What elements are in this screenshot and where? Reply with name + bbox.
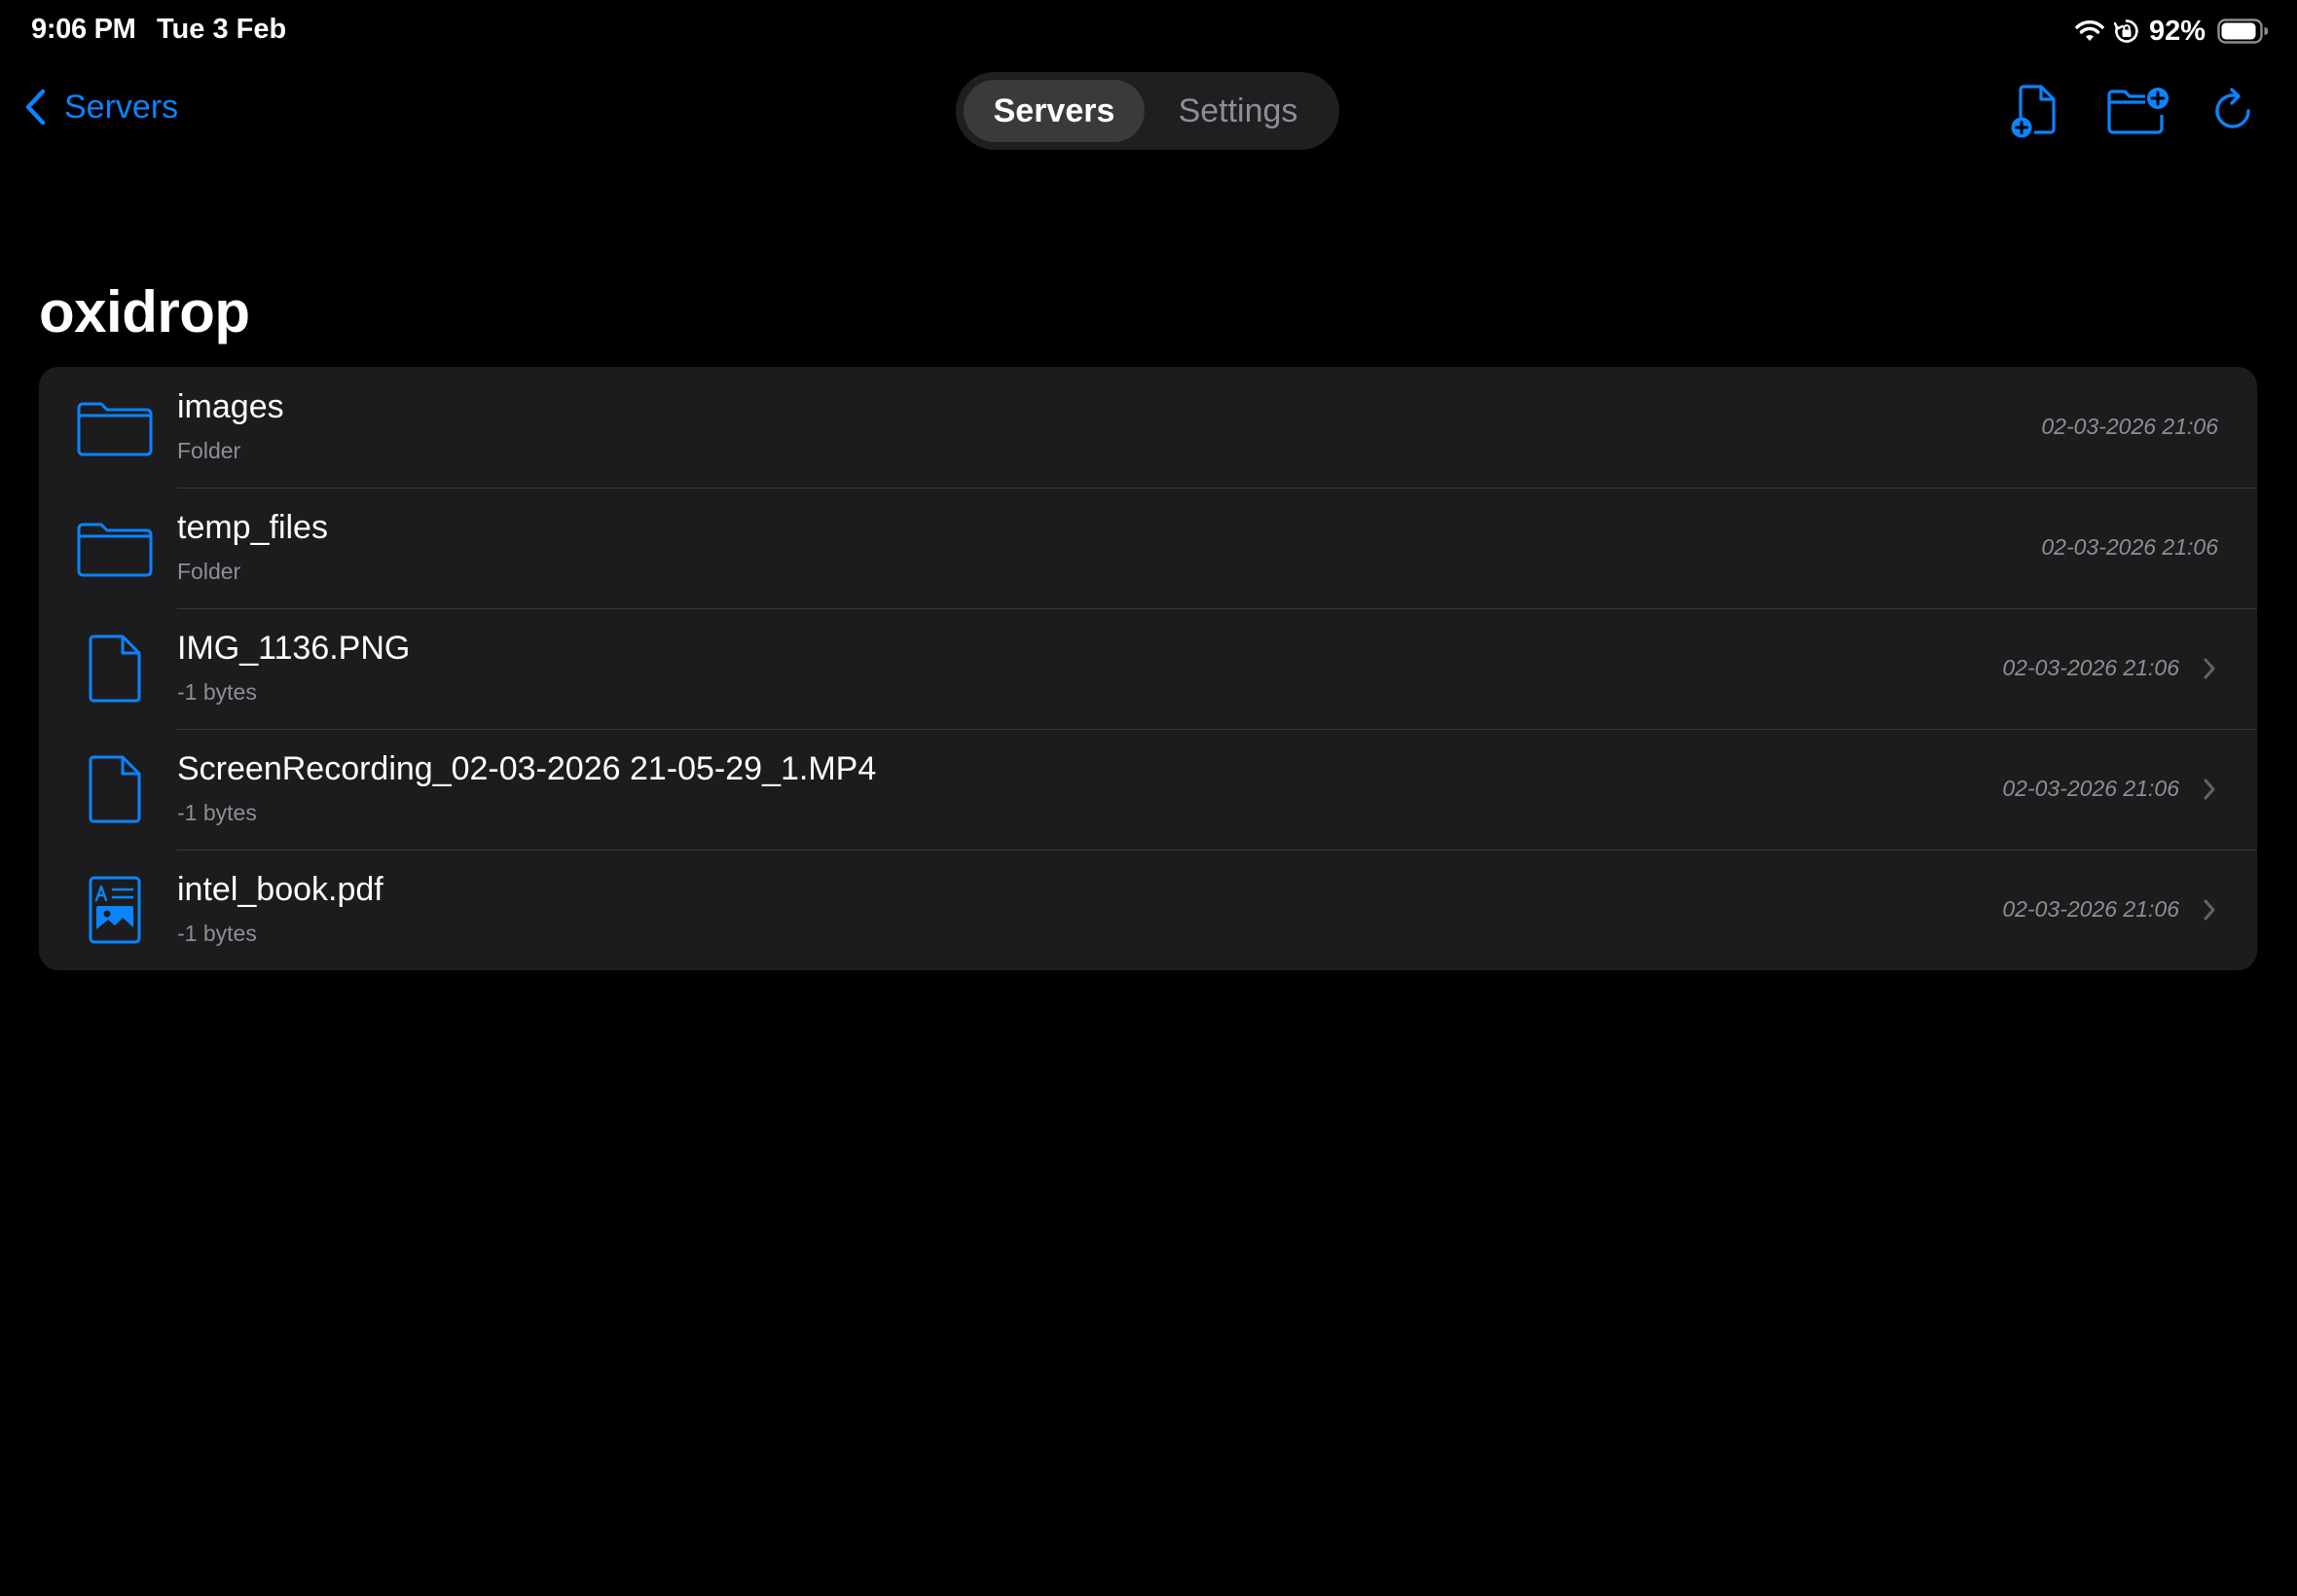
item-name: ScreenRecording_02-03-2026 21-05-29_1.MP…	[177, 750, 877, 787]
list-item-temp-files[interactable]: temp_files Folder 02-03-2026 21:06	[39, 488, 2257, 608]
item-date: 02-03-2026 21:06	[2002, 655, 2179, 680]
item-date: 02-03-2026 21:06	[2041, 534, 2218, 560]
item-subtitle: -1 bytes	[177, 921, 257, 946]
battery-percent: 92%	[2148, 15, 2206, 47]
status-date: Tue 3 Feb	[157, 14, 287, 45]
list-item-screen-recording[interactable]: ScreenRecording_02-03-2026 21-05-29_1.MP…	[39, 729, 2257, 850]
battery-fill	[2221, 22, 2256, 40]
document-icon	[76, 634, 154, 704]
chevron-right-icon	[2203, 657, 2216, 680]
item-subtitle: Folder	[177, 438, 241, 463]
battery-icon	[2217, 18, 2268, 44]
refresh-icon	[2215, 88, 2250, 128]
new-folder-button[interactable]	[2104, 80, 2172, 142]
file-list: images Folder 02-03-2026 21:06 temp_file…	[39, 367, 2257, 970]
document-icon	[76, 754, 154, 824]
orientation-lock-icon	[2113, 18, 2139, 44]
toolbar-actions	[0, 80, 2297, 142]
status-bar: 9:06 PM Tue 3 Feb 92%	[0, 0, 2297, 62]
wifi-icon	[2075, 19, 2104, 43]
item-name: temp_files	[177, 509, 328, 546]
item-name: IMG_1136.PNG	[177, 630, 411, 667]
refresh-button[interactable]	[2204, 80, 2266, 142]
folder-icon	[76, 513, 154, 583]
list-item-img-1136[interactable]: IMG_1136.PNG -1 bytes 02-03-2026 21:06	[39, 608, 2257, 729]
folder-icon	[76, 392, 154, 462]
item-subtitle: Folder	[177, 559, 241, 584]
page-title: oxidrop	[39, 279, 250, 345]
item-name: intel_book.pdf	[177, 871, 383, 908]
chevron-right-icon	[2203, 778, 2216, 801]
item-date: 02-03-2026 21:06	[2041, 414, 2218, 439]
item-name: images	[177, 388, 284, 425]
chevron-right-icon	[2203, 898, 2216, 922]
list-item-images[interactable]: images Folder 02-03-2026 21:06	[39, 367, 2257, 488]
item-date: 02-03-2026 21:06	[2002, 776, 2179, 801]
item-subtitle: -1 bytes	[177, 800, 257, 825]
item-subtitle: -1 bytes	[177, 679, 257, 705]
new-file-button[interactable]	[2003, 80, 2065, 142]
rich-document-icon	[76, 875, 154, 945]
new-file-icon	[2011, 85, 2056, 138]
item-date: 02-03-2026 21:06	[2002, 896, 2179, 922]
new-folder-icon	[2107, 88, 2169, 134]
list-item-intel-book[interactable]: intel_book.pdf -1 bytes 02-03-2026 21:06	[39, 850, 2257, 970]
status-indicators: 92%	[2075, 12, 2268, 51]
status-time: 9:06 PM	[31, 14, 136, 45]
